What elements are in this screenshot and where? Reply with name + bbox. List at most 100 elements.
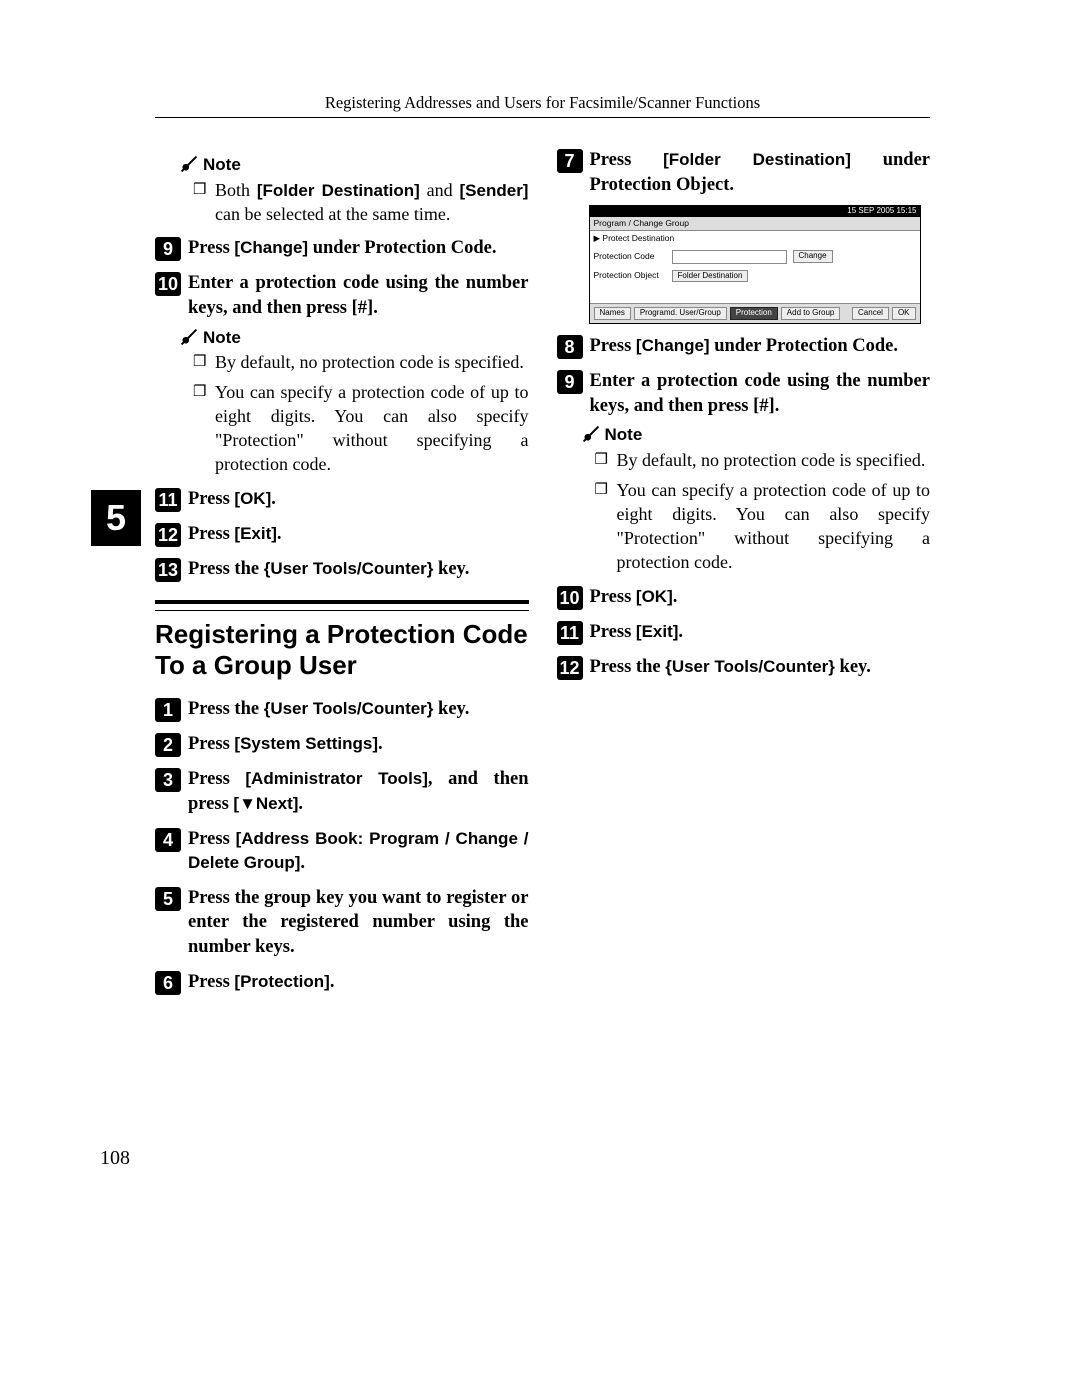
step-number-icon: 4 [155,828,181,852]
g-step-5: 5 Press the group key you want to regist… [155,886,529,960]
step-text: Press the {User Tools/Counter} key. [590,655,931,680]
step-text: Press [Administrator Tools], and then pr… [188,767,529,816]
note-text: By default, no protection code is specif… [215,351,529,375]
shot-cancel-button: Cancel [852,307,889,320]
shot-tabs: Names Programd. User/Group Protection Ad… [590,303,920,323]
chapter-tab: 5 [91,490,141,546]
step-number-icon: 11 [557,621,583,645]
section-rule [155,600,529,604]
step-text: Press [OK]. [590,585,931,610]
g-step-6: 6 Press [Protection]. [155,970,529,995]
note-label: Note [203,328,241,347]
step-text: Press [System Settings]. [188,732,529,757]
step-12: 12 Press [Exit]. [155,522,529,547]
step-number-icon: 6 [155,971,181,995]
bullet-icon: ❒ [193,351,215,375]
shot-clock: 15 SEP 2005 15:15 [847,207,916,216]
step-text: Press [Change] under Protection Code. [188,236,529,261]
step-number-icon: 8 [557,335,583,359]
step-number-icon: 9 [155,237,181,261]
shot-tab: Add to Group [781,307,841,320]
note-heading: Note [181,327,529,350]
g-step-4: 4 Press [Address Book: Program / Change … [155,827,529,876]
shot-input [672,250,787,264]
shot-crumb-row: ▶ Protect Destination [590,231,920,246]
note-heading: Note [181,154,529,177]
step-number-icon: 2 [155,733,181,757]
shot-row-code: Protection Code Change [590,247,920,267]
note-text: Both [Folder Destination] and [Sender] c… [215,179,529,227]
left-column: Note ❒ Both [Folder Destination] and [Se… [155,148,529,1001]
note-text: You can specify a protection code of up … [215,381,529,477]
step-text: Press [Exit]. [590,620,931,645]
step-text: Press the group key you want to register… [188,886,529,960]
shot-change-button: Change [793,250,833,263]
device-screenshot: 15 SEP 2005 15:15 Program / Change Group… [589,205,921,324]
step-13: 13 Press the {User Tools/Counter} key. [155,557,529,582]
note-item: ❒ You can specify a protection code of u… [595,479,931,575]
note-label: Note [203,155,241,174]
bullet-icon: ❒ [595,479,617,575]
note-item: ❒ You can specify a protection code of u… [193,381,529,477]
note-item: ❒ By default, no protection code is spec… [193,351,529,375]
r-step-7: 7 Press [Folder Destination] under Prote… [557,148,931,197]
shot-tab-active: Protection [730,307,778,320]
header-rule [155,117,930,118]
bullet-icon: ❒ [193,179,215,227]
note-heading: Note [583,424,931,447]
step-text: Press [Change] under Protection Code. [590,334,931,359]
note-text: By default, no protection code is specif… [617,449,931,473]
shot-titlebar: 15 SEP 2005 15:15 [590,206,920,217]
shot-row-object: Protection Object Folder Destination [590,267,920,286]
shot-label: Protection Object [594,271,666,280]
note-item: ❒ By default, no protection code is spec… [595,449,931,473]
step-text: Press [Address Book: Program / Change / … [188,827,529,876]
r-step-11: 11 Press [Exit]. [557,620,931,645]
step-text: Enter a protection code using the number… [590,369,931,418]
g-step-3: 3 Press [Administrator Tools], and then … [155,767,529,816]
shot-caption: Program / Change Group [590,217,920,231]
step-number-icon: 5 [155,887,181,911]
step-number-icon: 1 [155,698,181,722]
r-step-8: 8 Press [Change] under Protection Code. [557,334,931,359]
right-column: 7 Press [Folder Destination] under Prote… [557,148,931,1001]
step-text: Press [Folder Destination] under Protect… [590,148,931,197]
g-step-2: 2 Press [System Settings]. [155,732,529,757]
page-number: 108 [100,1147,130,1170]
r-step-10: 10 Press [OK]. [557,585,931,610]
step-number-icon: 3 [155,768,181,792]
section-heading: Registering a Protection Code To a Group… [155,619,529,681]
step-text: Press [Protection]. [188,970,529,995]
step-number-icon: 13 [155,558,181,582]
shot-folder-dest-button: Folder Destination [672,270,749,283]
r-step-12: 12 Press the {User Tools/Counter} key. [557,655,931,680]
step-number-icon: 10 [155,272,181,296]
note-label: Note [605,425,643,444]
shot-tab: Names [594,307,631,320]
step-11: 11 Press [OK]. [155,487,529,512]
g-step-1: 1 Press the {User Tools/Counter} key. [155,697,529,722]
step-text: Press [Exit]. [188,522,529,547]
shot-crumb: ▶ Protect Destination [594,234,675,243]
step-number-icon: 7 [557,149,583,173]
step-text: Press [OK]. [188,487,529,512]
step-text: Enter a protection code using the number… [188,271,529,320]
shot-body: Program / Change Group ▶ Protect Destina… [590,217,920,323]
step-number-icon: 12 [155,523,181,547]
note-item: ❒ Both [Folder Destination] and [Sender]… [193,179,529,227]
r-step-9: 9 Enter a protection code using the numb… [557,369,931,418]
step-number-icon: 10 [557,586,583,610]
shot-label: Protection Code [594,252,666,261]
bullet-icon: ❒ [193,381,215,477]
bullet-icon: ❒ [595,449,617,473]
section-rule [155,610,529,611]
shot-ok-button: OK [892,307,916,320]
step-9: 9 Press [Change] under Protection Code. [155,236,529,261]
step-text: Press the {User Tools/Counter} key. [188,557,529,582]
two-column-layout: Note ❒ Both [Folder Destination] and [Se… [155,148,930,1001]
step-10: 10 Enter a protection code using the num… [155,271,529,320]
step-number-icon: 11 [155,488,181,512]
step-text: Press the {User Tools/Counter} key. [188,697,529,722]
step-number-icon: 12 [557,656,583,680]
page: Registering Addresses and Users for Facs… [0,0,1080,1001]
